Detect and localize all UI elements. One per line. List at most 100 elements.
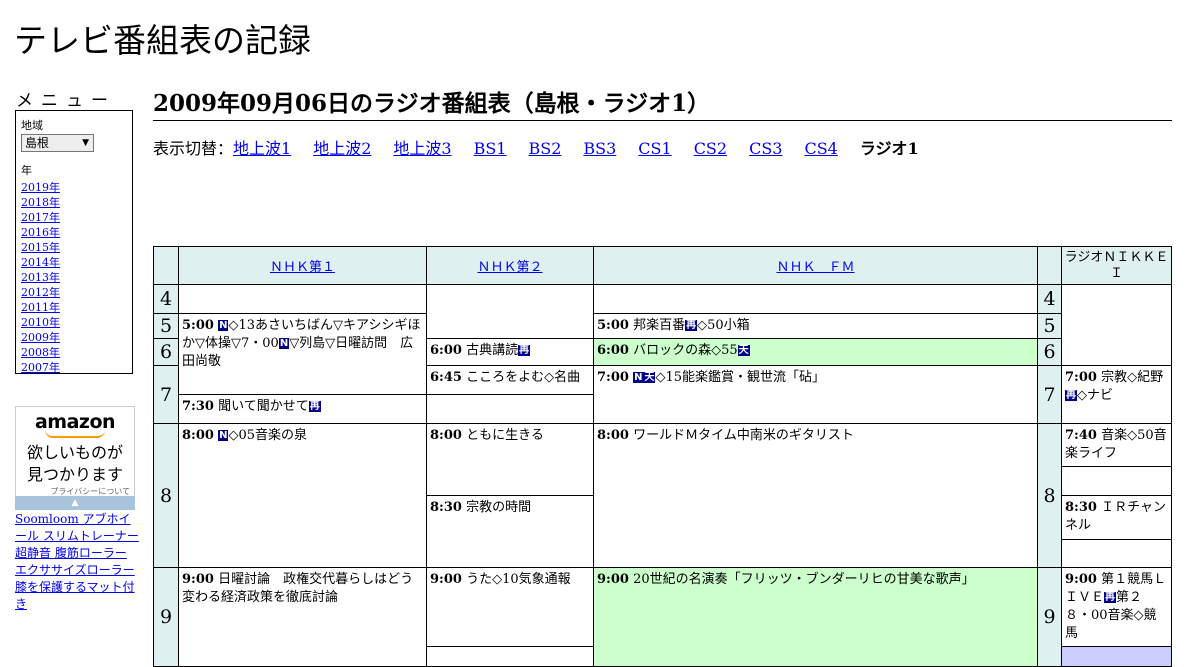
switch-link-terrestrial1[interactable]: 地上波1 — [233, 139, 291, 158]
ad-scroll-up-icon[interactable]: ▲ — [15, 496, 135, 510]
switch-link-cs4[interactable]: CS4 — [804, 139, 837, 158]
program-cell[interactable]: 8:00 ワールドＭタイム中南米のギタリスト — [593, 423, 1038, 568]
menu-title: メニュー — [16, 91, 116, 111]
ad-copy: 欲しいものが 見つかります — [26, 443, 123, 484]
channel-header: ラジオＮＩＫＫＥＩ — [1061, 246, 1172, 285]
switch-link-bs1[interactable]: BS1 — [474, 139, 507, 158]
program-empty — [1061, 466, 1172, 496]
year-link[interactable]: 2016年 — [21, 226, 60, 239]
year-link[interactable]: 2014年 — [21, 256, 60, 269]
year-link[interactable]: 2009年 — [21, 331, 60, 344]
rebroadcast-icon: 再 — [685, 320, 698, 331]
news-icon: N — [278, 338, 290, 349]
year-link[interactable]: 2007年 — [21, 361, 60, 374]
hour-cell: 4 — [1037, 284, 1062, 314]
switch-link-terrestrial2[interactable]: 地上波2 — [313, 139, 371, 158]
site-title: テレビ番組表の記録 — [14, 21, 311, 60]
program-empty — [1061, 539, 1172, 568]
program-empty — [426, 284, 594, 339]
switch-link-cs1[interactable]: CS1 — [638, 139, 671, 158]
year-link[interactable]: 2013年 — [21, 271, 60, 284]
program-empty — [593, 284, 1038, 314]
hour-cell: 7 — [1037, 365, 1062, 424]
switch-link-bs2[interactable]: BS2 — [528, 139, 561, 158]
program-cell[interactable]: 7:00 N 天◇15能楽鑑賞・観世流「砧」 — [593, 365, 1038, 424]
hour-cell: 7 — [153, 365, 179, 424]
region-select[interactable]: 島根 ▼ — [21, 134, 94, 152]
program-empty — [1061, 284, 1172, 366]
news-icon: N — [633, 372, 644, 383]
switcher-label: 表示切替： — [153, 139, 234, 158]
ad-links: Soomloom アブホイール スリムトレーナー 超静音 腹筋ローラー エクササ… — [15, 511, 139, 613]
program-cell[interactable]: 8:00 N◇05音楽の泉 — [178, 423, 427, 568]
program-cell[interactable]: 7:40 音楽◇50音楽ライフ — [1061, 423, 1172, 467]
region-select-value: 島根 — [25, 136, 50, 150]
rebroadcast-icon: 再 — [308, 401, 321, 412]
program-cell[interactable]: 6:00 バロックの森◇55天 — [593, 338, 1038, 366]
program-cell[interactable]: 9:00 うた◇10気象通報 — [426, 567, 594, 647]
program-cell[interactable]: 9:00 日曜討論 政権交代暮らしはどう変わる経済政策を徹底討論 — [178, 567, 427, 667]
ad-product-link[interactable]: Soomloom アブホイール スリムトレーナー 超静音 腹筋ローラー エクササ… — [15, 512, 139, 611]
switch-current: ラジオ1 — [859, 139, 919, 158]
news-icon: N — [218, 320, 229, 331]
hour-cell: 6 — [1037, 338, 1062, 366]
program-cell[interactable]: 9:00 20世紀の名演奏「フリッツ・ブンダーリヒの甘美な歌声」 — [593, 567, 1038, 667]
program-cell[interactable]: 5:00 邦楽百番再◇50小箱 — [593, 313, 1038, 339]
program-cell[interactable]: 9:00 第１競馬ＬＩＶＥ再第２８・00音楽◇競馬 — [1061, 567, 1172, 647]
hour-cell: 6 — [153, 338, 179, 366]
rebroadcast-icon: 再 — [1065, 390, 1077, 401]
hour-cell: 5 — [153, 313, 179, 339]
hour-cell: 9 — [153, 567, 179, 667]
hour-cell: 9 — [1037, 567, 1062, 667]
amazon-ad[interactable]: amazon 欲しいものが 見つかります プライバシーについて — [15, 406, 135, 510]
menu-box: 地域 島根 ▼ 年 2019年 2018年 2017年 2016年 2015年 2… — [15, 110, 133, 374]
channel-link-nhk1[interactable]: ＮＨＫ第１ — [270, 260, 335, 275]
program-empty — [178, 284, 427, 314]
weather-icon: 天 — [737, 345, 750, 356]
channel-switcher: 表示切替：地上波1 地上波2 地上波3 BS1 BS2 BS3 CS1 CS2 CS3 CS4 ラジ… — [153, 135, 941, 159]
switch-link-cs2[interactable]: CS2 — [694, 139, 727, 158]
program-cell[interactable]: 6:00 古典講読再 — [426, 338, 594, 366]
channel-header: ＮＨＫ ＦＭ — [593, 246, 1038, 285]
program-cell[interactable]: 6:45 こころをよむ◇名曲 — [426, 365, 594, 395]
channel-header: ＮＨＫ第２ — [426, 246, 594, 285]
amazon-logo: amazon — [34, 411, 116, 433]
corner-cell — [153, 246, 179, 285]
channel-name-nikkei: ラジオＮＩＫＫＥＩ — [1064, 249, 1169, 281]
hour-cell: 8 — [1037, 423, 1062, 568]
year-link[interactable]: 2010年 — [21, 316, 60, 329]
program-cell[interactable]: 7:30 聞いて聞かせて再 — [178, 394, 427, 424]
switch-link-terrestrial3[interactable]: 地上波3 — [393, 139, 451, 158]
program-cell[interactable]: 7:00 宗教◇紀野 再◇ナビ — [1061, 365, 1172, 424]
program-empty — [426, 646, 594, 667]
weather-icon: 天 — [643, 372, 656, 383]
rebroadcast-icon: 再 — [1104, 592, 1117, 603]
page-title: 2009年09月06日のラジオ番組表（島根・ラジオ1） — [153, 84, 1172, 121]
program-cell[interactable]: 5:00 N◇13あさいちばん▽キアシシギほか▽体操▽7・00N▽列島▽日曜訪問… — [178, 313, 427, 395]
switch-link-cs3[interactable]: CS3 — [749, 139, 782, 158]
channel-link-nhk2[interactable]: ＮＨＫ第２ — [477, 260, 542, 275]
hour-cell: 8 — [153, 423, 179, 568]
year-link[interactable]: 2008年 — [21, 346, 60, 359]
year-list: 2019年 2018年 2017年 2016年 2015年 2014年 2013… — [21, 180, 127, 375]
channel-header: ＮＨＫ第１ — [178, 246, 427, 285]
year-link[interactable]: 2017年 — [21, 211, 60, 224]
rebroadcast-icon: 再 — [518, 345, 531, 356]
switch-link-bs3[interactable]: BS3 — [583, 139, 616, 158]
year-link[interactable]: 2019年 — [21, 181, 60, 194]
year-link[interactable]: 2018年 — [21, 196, 60, 209]
year-link[interactable]: 2015年 — [21, 241, 60, 254]
program-cell[interactable]: 8:30 宗教の時間 — [426, 495, 594, 568]
news-icon: N — [218, 430, 229, 441]
hour-cell: 5 — [1037, 313, 1062, 339]
hour-cell: 4 — [153, 284, 179, 314]
year-label: 年 — [21, 164, 32, 177]
year-link[interactable]: 2012年 — [21, 286, 60, 299]
corner-cell — [1037, 246, 1062, 285]
year-link[interactable]: 2011年 — [21, 301, 60, 314]
region-label: 地域 — [21, 119, 43, 132]
chevron-down-icon: ▼ — [82, 138, 89, 148]
channel-link-nhkfm[interactable]: ＮＨＫ ＦＭ — [776, 260, 854, 275]
program-cell[interactable]: 8:30 ＩＲチャンネル — [1061, 495, 1172, 540]
program-cell[interactable]: 8:00 ともに生きる — [426, 423, 594, 496]
